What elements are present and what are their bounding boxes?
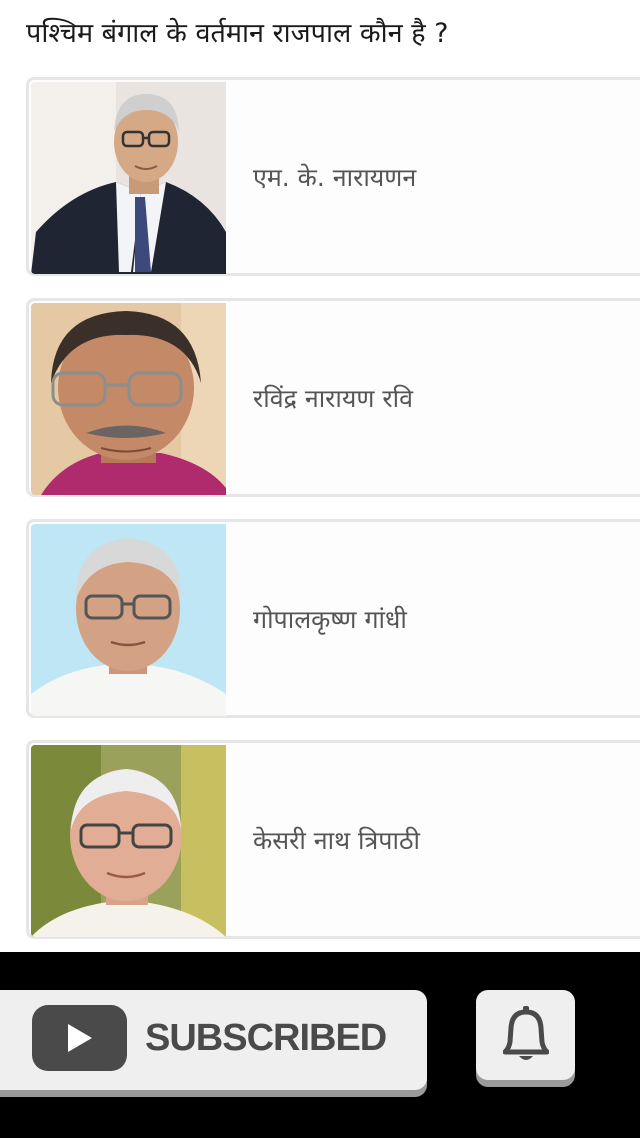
option-1-label: एम. के. नारायणन <box>253 162 417 192</box>
option-4-photo <box>31 745 226 937</box>
bottom-bar: SUBSCRIBED <box>0 952 640 1138</box>
youtube-play-icon <box>32 1005 127 1071</box>
subscribed-button[interactable]: SUBSCRIBED <box>0 990 427 1090</box>
option-2-label: रविंद्र नारायण रवि <box>253 383 413 413</box>
option-3-photo <box>31 524 226 716</box>
option-1[interactable]: एम. के. नारायणन <box>26 77 640 276</box>
option-3[interactable]: गोपालकृष्ण गांधी <box>26 519 640 718</box>
options-list: एम. के. नारायणन रविंद्र नारायण रवि गोपाल… <box>0 0 640 952</box>
subscribed-label: SUBSCRIBED <box>145 1016 387 1059</box>
option-2-photo <box>31 303 226 495</box>
bell-icon <box>503 1006 549 1060</box>
option-4[interactable]: केसरी नाथ त्रिपाठी <box>26 740 640 939</box>
option-1-photo <box>31 82 226 274</box>
notification-bell-button[interactable] <box>476 990 575 1080</box>
option-3-label: गोपालकृष्ण गांधी <box>253 604 407 634</box>
option-4-label: केसरी नाथ त्रिपाठी <box>253 825 420 855</box>
option-2[interactable]: रविंद्र नारायण रवि <box>26 298 640 497</box>
